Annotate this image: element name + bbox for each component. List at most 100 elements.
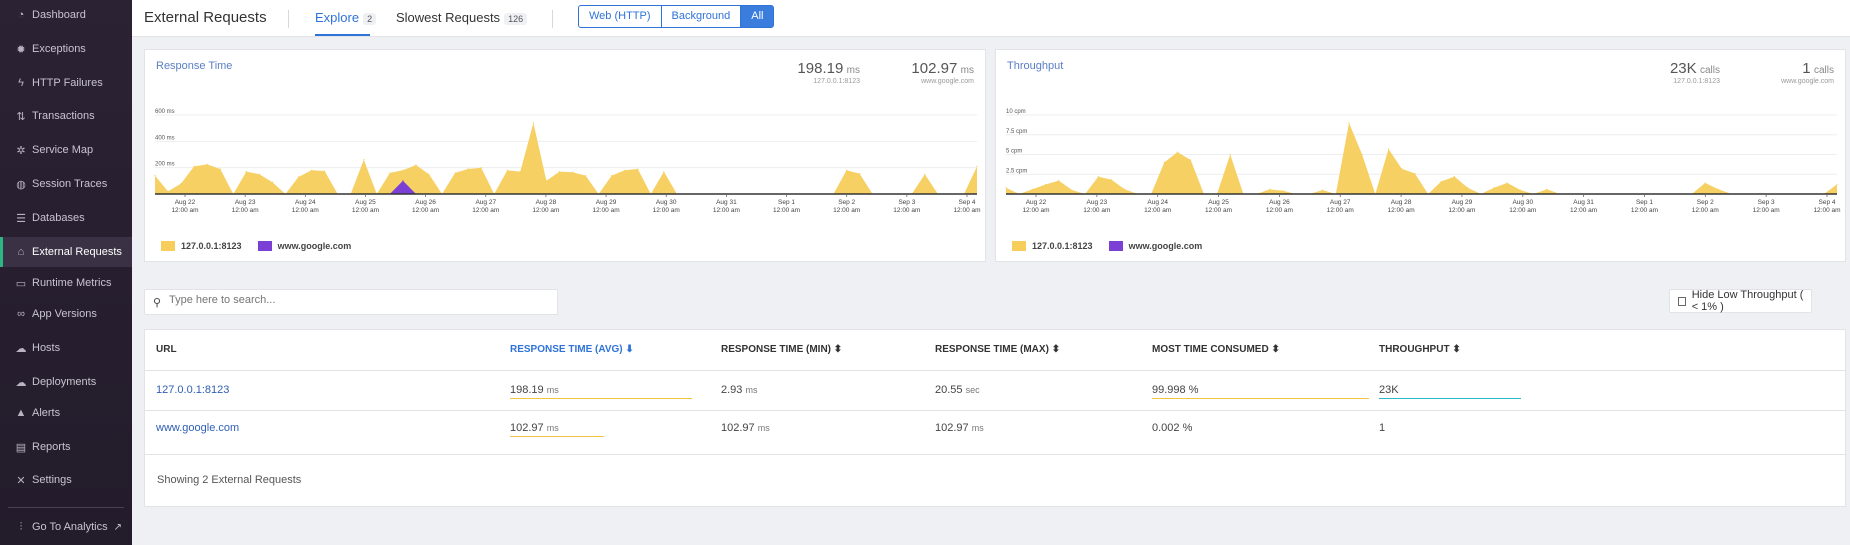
sidebar-item-label: Hosts (32, 342, 61, 354)
throughput-cell: 1 (1379, 422, 1386, 434)
column-header-url[interactable]: URL (156, 344, 177, 355)
consumed-cell: 0.002 % (1152, 422, 1193, 434)
bolt-icon: ϟ (18, 77, 24, 89)
legend-item[interactable]: 127.0.0.1:8123 (1012, 241, 1093, 251)
response-time-card: Response Time 198.19 ms 127.0.0.1:8123 1… (144, 49, 986, 262)
legend-label: 127.0.0.1:8123 (181, 241, 242, 251)
x-tick-sublabel: 12:00 am (953, 207, 980, 214)
sidebar-item-session-traces[interactable]: ◍ Session Traces (0, 169, 132, 199)
min-value: 102.97 (721, 422, 755, 434)
data-point (519, 171, 521, 173)
sidebar-item-label: HTTP Failures (32, 77, 103, 89)
sidebar-item-http-failures[interactable]: ϟ HTTP Failures (0, 68, 132, 98)
sidebar-item-hosts[interactable]: ☁ Hosts (0, 333, 132, 363)
x-tick-sublabel: 12:00 am (1570, 207, 1597, 214)
avg-value: 198.19 (510, 384, 544, 396)
legend-item[interactable]: www.google.com (1108, 241, 1202, 251)
sidebar-item-transactions[interactable]: ⇅ Transactions (0, 101, 132, 131)
top-bar: External Requests Explore 2 Slowest Reque… (132, 0, 1850, 37)
data-point (245, 171, 247, 173)
series-area-127-0-0-1-8123[interactable] (155, 122, 977, 194)
data-point (1361, 153, 1363, 156)
legend-swatch (1012, 241, 1026, 251)
sidebar-item-databases[interactable]: ☰ Databases (0, 203, 132, 233)
main-content: External Requests Explore 2 Slowest Reque… (132, 0, 1850, 545)
max-cell: 102.97 ms (935, 422, 984, 434)
x-tick-sublabel: 12:00 am (1144, 207, 1171, 214)
sidebar-item-alerts[interactable]: ▲ Alerts (0, 398, 132, 428)
x-tick-sublabel: 12:00 am (1631, 207, 1658, 214)
data-point (1058, 179, 1060, 182)
x-tick-sublabel: 12:00 am (1509, 207, 1536, 214)
x-tick-label: Sep 4 (1819, 199, 1836, 206)
hide-low-throughput-toggle[interactable]: Hide Low Throughput ( < 1% ) (1669, 289, 1812, 313)
x-tick-sublabel: 12:00 am (593, 207, 620, 214)
sidebar-item-reports[interactable]: ▤ Reports (0, 432, 132, 462)
analytics-icon: ⫶ (19, 520, 23, 533)
data-point (480, 167, 482, 169)
sidebar-item-label: Service Map (32, 144, 94, 156)
x-tick-sublabel: 12:00 am (352, 207, 379, 214)
tab-explore[interactable]: Explore 2 (315, 10, 377, 25)
sidebar-item-service-map[interactable]: ✲ Service Map (0, 135, 132, 165)
checkbox[interactable] (1678, 296, 1686, 306)
stat-unit: calls (1699, 65, 1720, 76)
sidebar-item-dashboard[interactable]: ◔ Dashboard (0, 0, 132, 30)
max-cell: 20.55 sec (935, 384, 980, 396)
column-header-avg[interactable]: RESPONSE TIME (AVG) ⬇ (510, 344, 634, 355)
sidebar-item-external-requests[interactable]: ⌂ External Requests (0, 237, 132, 267)
data-point (924, 173, 926, 175)
search-input[interactable] (169, 294, 549, 306)
sort-icon: ⬍ (833, 344, 843, 355)
x-tick-sublabel: 12:00 am (1692, 207, 1719, 214)
column-header-consumed[interactable]: MOST TIME CONSUMED ⬍ (1152, 344, 1280, 355)
response-time-chart: 600 ms400 ms200 msAug 2212:00 amAug 2312… (154, 109, 981, 214)
avg-cell: 198.19 ms (510, 384, 559, 396)
stat-unit: ms (846, 65, 860, 76)
sidebar-item-label: Databases (32, 212, 85, 224)
data-point (1321, 189, 1324, 191)
sidebar-item-app-versions[interactable]: ∞ App Versions (0, 299, 132, 329)
avg-cell: 102.97 ms (510, 422, 559, 434)
data-point (584, 174, 587, 177)
sort-icon: ⬍ (1051, 344, 1061, 355)
sidebar-item-exceptions[interactable]: ✹ Exceptions (0, 34, 132, 64)
x-tick-label: Aug 30 (656, 199, 677, 206)
column-header-max[interactable]: RESPONSE TIME (MAX) ⬍ (935, 344, 1060, 355)
x-tick-label: Aug 22 (1026, 199, 1047, 206)
data-point (663, 171, 665, 173)
sidebar-item-deployments[interactable]: ☁ Deployments (0, 367, 132, 397)
column-header-throughput[interactable]: THROUGHPUT ⬍ (1379, 344, 1461, 355)
x-tick-label: Aug 25 (1208, 199, 1229, 206)
x-tick-label: Aug 23 (1087, 199, 1108, 206)
sidebar-item-label: Session Traces (32, 178, 108, 190)
external-link-icon: ↗ (113, 521, 123, 533)
legend-item[interactable]: www.google.com (257, 241, 351, 251)
series-area-127-0-0-1-8123[interactable] (1006, 122, 1837, 194)
url-link[interactable]: 127.0.0.1:8123 (156, 384, 229, 396)
data-point (1031, 188, 1033, 190)
sidebar-item-runtime-metrics[interactable]: ▭ Runtime Metrics (0, 268, 132, 298)
column-label: RESPONSE TIME (AVG) (510, 344, 623, 355)
legend-item[interactable]: 127.0.0.1:8123 (161, 241, 242, 251)
x-tick-label: Aug 31 (1573, 199, 1594, 206)
data-point (415, 164, 417, 166)
hide-low-label: Hide Low Throughput ( < 1% ) (1691, 289, 1804, 313)
url-link[interactable]: www.google.com (156, 422, 239, 434)
tab-label: Explore (315, 10, 360, 25)
column-header-min[interactable]: RESPONSE TIME (MIN) ⬍ (721, 344, 842, 355)
filter-web-http-button[interactable]: Web (HTTP) (578, 5, 662, 28)
data-point (1163, 161, 1165, 163)
tab-slowest-requests[interactable]: Slowest Requests 126 (396, 10, 528, 25)
divider (288, 10, 289, 28)
data-point (1176, 151, 1179, 153)
go-to-analytics-link[interactable]: ⫶ Go To Analytics ↗ (0, 512, 132, 542)
network-icon: ⌂ (17, 246, 25, 258)
data-point (1348, 122, 1350, 124)
x-tick-label: Aug 28 (1391, 199, 1412, 206)
data-point (1836, 183, 1838, 186)
x-tick-label: Aug 31 (716, 199, 737, 206)
filter-all-button[interactable]: All (740, 5, 775, 28)
sidebar-item-settings[interactable]: ✕ Settings (0, 465, 132, 495)
filter-background-button[interactable]: Background (660, 5, 742, 28)
